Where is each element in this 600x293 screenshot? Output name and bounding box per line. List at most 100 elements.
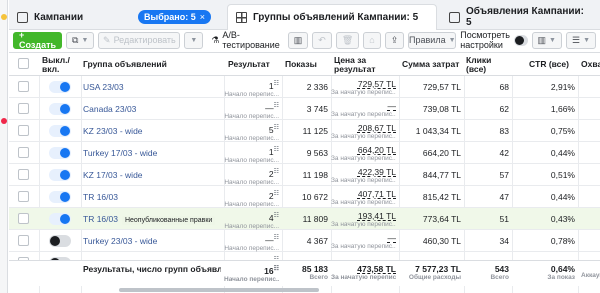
edit-dropdown-button[interactable]: ▼ [184, 31, 204, 49]
table-row[interactable]: KZ 17/03 - wide 2☷ Начало перепис... 11 198… [9, 164, 600, 186]
result-value: — [265, 234, 274, 245]
ctr-cell: 0,43% [550, 214, 575, 224]
adset-name-link[interactable]: Turkey 17/03 - wide [83, 148, 157, 158]
close-icon[interactable]: × [200, 12, 205, 22]
level-tabs: Кампании Выбрано: 5 × Группы объявлений К… [9, 0, 600, 30]
adset-name-link[interactable]: KZ 17/03 - wide [83, 170, 143, 180]
cost-cell: 193,41 TL За начатую перепис... [331, 211, 396, 229]
cost-value: 208,67 TL [357, 123, 396, 133]
preview-toggle[interactable] [513, 34, 528, 46]
row-checkbox[interactable] [18, 213, 29, 224]
ctr-cell: 2,91% [550, 82, 575, 92]
share-button[interactable]: ⇪ [384, 31, 405, 49]
info-icon: ☷ [273, 125, 279, 131]
row-checkbox[interactable] [18, 169, 29, 180]
create-button[interactable]: + Создать [13, 30, 63, 50]
cost-value: 193,41 TL [357, 211, 396, 221]
clicks-cell: 62 [499, 104, 509, 114]
row-checkbox[interactable] [18, 191, 29, 202]
tag-button[interactable]: ⌂ [363, 31, 381, 49]
spent-cell: 1 043,34 TL [415, 126, 461, 136]
totals-spent-value: 7 577,23 TL [415, 264, 461, 274]
tag-icon: ⌂ [369, 35, 375, 45]
tab-campaigns[interactable]: Кампании Выбрано: 5 × [9, 4, 219, 30]
clicks-cell: 83 [499, 126, 509, 136]
table-row[interactable]: TR 16/03 2☷ Начало перепис... 10 672 407,71 … [9, 186, 600, 208]
chart-button[interactable]: ▥ [287, 31, 309, 49]
cost-cell: 729,57 TL За начатую перепис... [331, 79, 396, 97]
delete-button[interactable]: 🗑 [335, 31, 360, 49]
row-checkbox[interactable] [18, 147, 29, 158]
edit-button[interactable]: ✎ Редактировать [98, 31, 181, 49]
impressions-cell: 11 198 [302, 170, 328, 180]
col-impressions[interactable]: Показы [285, 60, 317, 69]
col-result[interactable]: Результат [228, 60, 270, 69]
delivery-toggle[interactable] [49, 213, 71, 225]
left-rail [0, 0, 8, 293]
cost-cell: — За начатую перепис... [331, 233, 396, 251]
tab-adsets[interactable]: Группы объявлений Кампании: 5 [227, 4, 437, 30]
clicks-cell: 42 [499, 148, 509, 158]
result-cell: 1☷ Начало перепис... [224, 79, 279, 99]
table-row[interactable]: Turkey 17/03 - wide 1☷ Начало перепис... 9 … [9, 142, 600, 164]
clicks-cell: 34 [499, 236, 509, 246]
delivery-toggle[interactable] [49, 235, 71, 247]
adset-name-link[interactable]: Canada 23/03 [83, 104, 136, 114]
table-row[interactable]: Canada 23/03 —☷ Начало перепис... 3 745— За … [9, 98, 600, 120]
adset-name-link[interactable]: TR 16/03 [83, 192, 118, 202]
table-row[interactable]: TR 16/03 Неопубликованные правки 4☷ Начало … [9, 208, 600, 230]
delivery-toggle[interactable] [49, 81, 71, 93]
adset-name-link[interactable]: KZ 23/03 - wide [83, 126, 143, 136]
chart-icon: ▥ [293, 34, 303, 45]
breakdown-button[interactable]: ☰ ▼ [565, 31, 596, 49]
table-row[interactable]: KZ 23/03 - wide 5☷ Начало перепис... 11 125… [9, 120, 600, 142]
row-checkbox[interactable] [18, 125, 29, 136]
select-all-checkbox[interactable] [18, 58, 29, 69]
clicks-cell: 68 [499, 82, 509, 92]
info-icon: ☷ [273, 81, 279, 87]
duplicate-button[interactable]: ⧉ ▼ [66, 31, 95, 49]
totals-reach-sub: Аккаунт [581, 272, 600, 279]
clicks-cell: 47 [499, 192, 509, 202]
delivery-toggle[interactable] [49, 103, 71, 115]
delivery-toggle[interactable] [49, 125, 71, 137]
result-cell: 2☷ Начало перепис... [224, 167, 279, 187]
selected-chip[interactable]: Выбрано: 5 × [138, 10, 211, 24]
totals-cost-value: 473,58 TL [357, 264, 396, 274]
table-row[interactable]: USA 23/03 1☷ Начало перепис... 2 336 729,57 … [9, 76, 600, 98]
col-name[interactable]: Группа объявлений [83, 60, 167, 69]
col-onoff[interactable]: Выкл./вкл. [42, 56, 78, 74]
chevron-down-icon: ▼ [448, 36, 456, 44]
tab-ads[interactable]: Объявления Кампании: 5 [441, 4, 600, 30]
col-clicks[interactable]: Клики (все) [466, 56, 508, 74]
table-row[interactable]: Turkey 23/03 - wide —☷ Начало перепис... 4 … [9, 230, 600, 252]
col-spent[interactable]: Сумма затрат [402, 60, 459, 69]
row-checkbox[interactable] [18, 81, 29, 92]
adset-name-link[interactable]: Turkey 23/03 - wide [83, 236, 157, 246]
row-checkbox[interactable] [18, 103, 29, 114]
columns-button[interactable]: ▥ ▼ [531, 31, 562, 49]
horizontal-scrollbar[interactable] [119, 288, 319, 292]
delivery-toggle[interactable] [49, 191, 71, 203]
col-cost-per[interactable]: Цена за результат [334, 56, 394, 74]
delivery-toggle[interactable] [49, 147, 71, 159]
rules-dropdown[interactable]: Правила ▼ [408, 31, 457, 49]
ad-icon [449, 11, 460, 23]
chevron-down-icon: ▼ [583, 36, 590, 44]
result-cell: 2☷ Начало перепис... [224, 189, 279, 209]
row-checkbox[interactable] [18, 235, 29, 246]
chevron-down-icon: ▼ [549, 36, 556, 44]
delivery-toggle[interactable] [49, 169, 71, 181]
adset-name-link[interactable]: TR 16/03 [83, 214, 118, 224]
col-ctr[interactable]: CTR (все) [529, 60, 569, 69]
spent-cell: 729,57 TL [422, 82, 461, 92]
col-reach[interactable]: Охват [581, 60, 600, 69]
adset-name-link[interactable]: USA 23/03 [83, 82, 124, 92]
undo-button[interactable]: ↶ [312, 31, 332, 49]
cost-cell: 407,71 TL За начатую перепис... [331, 189, 396, 207]
info-icon: ☷ [273, 266, 279, 272]
spent-cell: 739,08 TL [422, 104, 461, 114]
cost-sub: За начатую перепис... [331, 111, 396, 118]
totals-clicks-sub: Всего [490, 274, 509, 281]
ab-test-button[interactable]: ⚗ A/B-тестирование [207, 30, 283, 50]
